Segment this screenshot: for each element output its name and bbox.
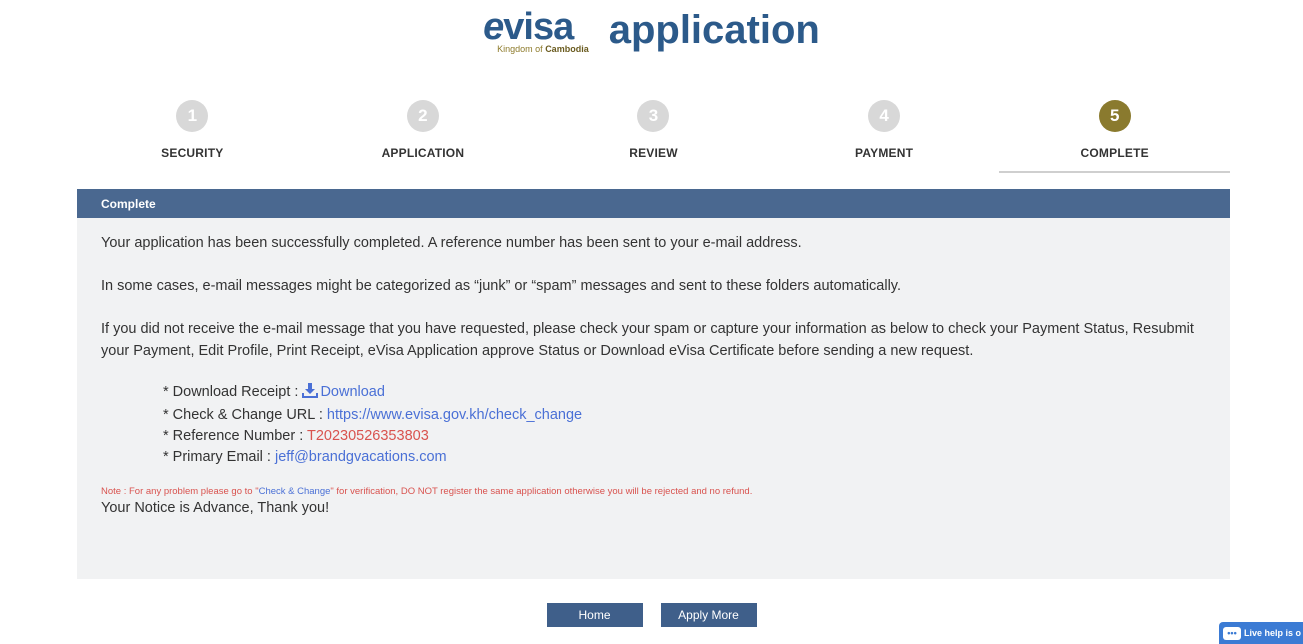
success-message: Your application has been successfully c… (101, 235, 802, 251)
step-label: COMPLETE (1080, 146, 1149, 160)
site-header: evisa Kingdom of Cambodia application (0, 0, 1303, 60)
warning-note: Note : For any problem please go to "Che… (101, 486, 1206, 497)
live-help-label: Live help is o (1244, 628, 1302, 638)
step-review: 3 REVIEW (538, 100, 769, 175)
instructions-message: If you did not receive the e-mail messag… (101, 321, 1194, 359)
live-help-widget[interactable]: ••• Live help is o (1219, 622, 1303, 644)
download-link-text: Download (320, 384, 385, 400)
download-link[interactable]: Download (302, 383, 385, 400)
page-title: application (608, 7, 820, 52)
info-list: * Download Receipt : Download * Check & … (163, 382, 1206, 468)
check-change-label: * Check & Change URL : (163, 407, 327, 423)
step-number: 2 (406, 100, 439, 132)
step-label: APPLICATION (381, 146, 465, 160)
step-number: 1 (176, 100, 209, 132)
logo-sub-prefix: Kingdom of (497, 44, 546, 54)
action-buttons: Home Apply More (0, 603, 1303, 627)
step-complete: 5 COMPLETE (999, 100, 1230, 175)
logo-sub-bold: Cambodia (545, 44, 589, 54)
note-suffix: " for verification, DO NOT register the … (330, 486, 753, 497)
check-change-row: * Check & Change URL : https://www.evisa… (163, 405, 1206, 426)
evisa-logo[interactable]: evisa Kingdom of Cambodia (483, 8, 589, 54)
reference-number-row: * Reference Number : T20230526353803 (163, 426, 1206, 447)
step-number: 4 (868, 100, 901, 132)
step-label: SECURITY (161, 146, 224, 160)
junk-spam-message: In some cases, e-mail messages might be … (101, 278, 902, 294)
step-application: 2 APPLICATION (308, 100, 539, 175)
download-receipt-row: * Download Receipt : Download (163, 382, 1206, 405)
step-security: 1 SECURITY (77, 100, 308, 175)
download-icon (302, 383, 319, 405)
primary-email-label: * Primary Email : (163, 449, 275, 465)
primary-email-link[interactable]: jeff@brandgvacations.com (275, 449, 447, 465)
note-prefix: Note : For any problem please go to " (101, 486, 259, 497)
reference-number-value: T20230526353803 (307, 428, 429, 444)
home-button[interactable]: Home (546, 603, 643, 627)
logo-e: e (483, 6, 504, 48)
reference-number-label: * Reference Number : (163, 428, 307, 444)
progress-steps: 1 SECURITY 2 APPLICATION 3 REVIEW 4 PAYM… (77, 100, 1230, 175)
check-change-link[interactable]: https://www.evisa.gov.kh/check_change (327, 407, 582, 423)
panel-title: Complete (77, 189, 1230, 218)
primary-email-row: * Primary Email : jeff@brandgvacations.c… (163, 447, 1206, 468)
apply-more-button[interactable]: Apply More (660, 603, 757, 627)
logo-visa: visa (503, 6, 574, 48)
step-label: REVIEW (629, 146, 678, 160)
logo-subtitle: Kingdom of Cambodia (497, 44, 589, 54)
complete-panel: Complete Your application has been succe… (77, 189, 1230, 579)
thank-you-message: Your Notice is Advance, Thank you! (101, 500, 330, 516)
download-receipt-label: * Download Receipt : (163, 384, 303, 400)
step-number: 3 (637, 100, 670, 132)
note-check-change-link[interactable]: Check & Change (259, 486, 331, 497)
chat-icon: ••• (1223, 626, 1241, 640)
step-number: 5 (1098, 100, 1131, 132)
step-label: PAYMENT (855, 146, 914, 160)
step-payment: 4 PAYMENT (769, 100, 1000, 175)
